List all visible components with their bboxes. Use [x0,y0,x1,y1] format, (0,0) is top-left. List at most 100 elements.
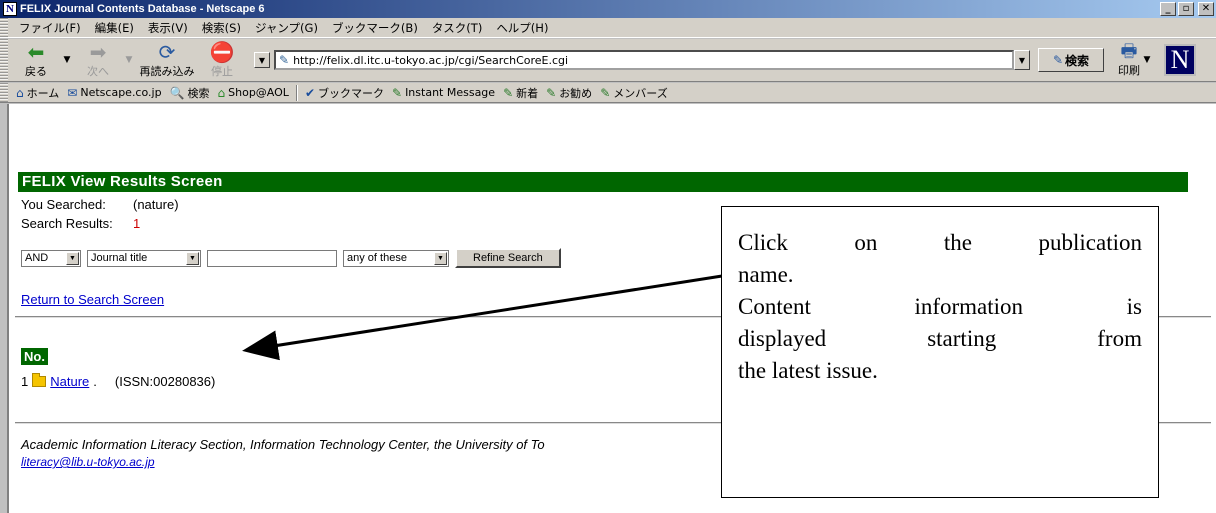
print-button[interactable]: 🖶 印刷 [1118,42,1140,78]
bookmark-members-label: メンバーズ [613,86,668,100]
search-button[interactable]: ✎ 検索 [1038,48,1104,72]
refine-controls: AND ▼ Journal title ▼ any of these ▼ Ref… [21,248,561,268]
field-select[interactable]: Journal title ▼ [87,249,201,267]
callout-line: Content information is [738,294,1142,319]
url-text: http://felix.dl.itc.u-tokyo.ac.jp/cgi/Se… [293,53,569,67]
menu-bar: ファイル(F) 編集(E) 表示(V) 検索(S) ジャンプ(G) ブックマーク… [0,18,1216,38]
folder-icon [32,373,47,387]
title-bar: N FELIX Journal Contents Database - Nets… [0,0,1216,18]
toolbar-grip[interactable] [0,18,8,37]
column-header-no: No. [21,348,48,365]
refine-search-button[interactable]: Refine Search [455,248,561,268]
forward-dropdown-icon[interactable]: ▼ [122,55,136,65]
callout-line: Click on the publication [738,230,1142,255]
back-button[interactable]: ⬅ 戻る [12,40,60,80]
callout-line: displayed starting from [738,326,1142,351]
field-value: Journal title [91,252,148,264]
bookmarks-menu-label: ブックマーク [318,86,384,100]
chevron-down-icon: ▼ [186,251,199,265]
pen-icon: ✎ [600,85,611,100]
toolbar-grip[interactable] [0,39,8,81]
bookmark-new[interactable]: ✎ 新着 [499,85,542,101]
back-label: 戻る [25,65,47,78]
bookmarks-icon: ✔ [304,85,315,100]
url-field[interactable]: ✎ http://felix.dl.itc.u-tokyo.ac.jp/cgi/… [274,50,1014,70]
menu-view[interactable]: 表示(V) [141,20,195,36]
menu-file[interactable]: ファイル(F) [12,20,88,36]
bookmark-home[interactable]: ⌂ ホーム [12,85,63,101]
back-dropdown-icon[interactable]: ▼ [60,55,74,65]
menu-edit[interactable]: 編集(E) [88,20,141,36]
result-issn: (ISSN:00280836) [114,374,216,389]
navigation-toolbar: ⬅ 戻る ▼ ➡ 次へ ▼ ⟳ 再読み込み ⛔ 停止 ▼ ✎ http://fe… [0,39,1216,82]
url-dropdown-icon[interactable]: ▼ [1014,50,1030,70]
page-proxy-icon[interactable]: ✎ [279,53,289,67]
search-label: 検索 [1065,53,1090,68]
minimize-button[interactable]: _ [1160,2,1176,16]
menu-search[interactable]: 検索(S) [195,20,248,36]
menu-go[interactable]: ジャンプ(G) [248,20,325,36]
back-arrow-icon: ⬅ [27,40,45,64]
callout-line: name. [738,262,794,287]
result-row: 1 Nature. (ISSN:00280836) [21,373,216,389]
return-row: Return to Search Screen [21,292,164,307]
reload-button[interactable]: ⟳ 再読み込み [136,40,198,80]
url-history-dropdown[interactable]: ▼ [254,52,270,68]
bookmark-netscape-label: Netscape.co.jp [80,86,162,99]
bookmarks-menu[interactable]: ✔ ブックマーク [301,85,388,101]
result-period: . [93,374,97,389]
you-searched-value: (nature) [133,197,179,212]
results-count: 1 [133,216,141,231]
operator-value: AND [25,252,49,264]
netscape-throbber-logo[interactable]: N [1164,44,1196,76]
reload-label: 再読み込み [139,65,195,78]
bookmark-netscape[interactable]: ✉ Netscape.co.jp [63,86,165,100]
print-dropdown-icon[interactable]: ▼ [1140,55,1154,65]
stop-label: 停止 [211,65,233,78]
bookmark-new-label: 新着 [516,86,539,100]
bookmark-search-label: 検索 [187,86,210,100]
print-label: 印刷 [1118,64,1140,77]
bookmark-shop-label: Shop@AOL [228,86,289,99]
pen-icon: ✎ [546,85,557,100]
magnifier-icon: 🔍 [169,85,185,100]
mode-select[interactable]: any of these ▼ [343,249,449,267]
bookmark-instant-message[interactable]: ✎ Instant Message [388,86,499,100]
close-button[interactable]: ✕ [1198,2,1214,16]
search-results-row: Search Results: 1 [21,216,140,231]
search-query-row: You Searched: (nature) [21,197,179,212]
footer-email-link[interactable]: literacy@lib.u-tokyo.ac.jp [21,455,155,469]
bookmark-members[interactable]: ✎ メンバーズ [596,85,672,101]
publication-link[interactable]: Nature [50,374,89,389]
personal-toolbar: ⌂ ホーム ✉ Netscape.co.jp 🔍 検索 ⌂ Shop@AOL ✔… [0,83,1216,103]
operator-select[interactable]: AND ▼ [21,249,81,267]
search-results-label: Search Results: [21,216,113,231]
bookmark-search[interactable]: 🔍 検索 [166,85,214,101]
page-title: FELIX View Results Screen [18,172,1188,192]
toolbar-grip[interactable] [0,83,8,102]
result-index: 1 [21,374,29,389]
toolbar-separator [295,84,298,101]
forward-button[interactable]: ➡ 次へ [74,40,122,80]
maximize-button[interactable]: ▫ [1178,2,1194,16]
shop-icon: ⌂ [217,85,226,100]
return-to-search-link[interactable]: Return to Search Screen [21,292,164,307]
pen-icon: ✎ [392,85,403,100]
menu-tasks[interactable]: タスク(T) [425,20,490,36]
bookmark-instant-message-label: Instant Message [405,86,496,99]
instruction-callout: Click on the publication name. Content i… [721,206,1159,498]
footer-credit: Academic Information Literacy Section, I… [21,437,545,452]
chevron-down-icon: ▼ [66,251,79,265]
bookmark-recommended[interactable]: ✎ お勧め [542,85,596,101]
chevron-down-icon: ▼ [434,251,447,265]
menu-bookmarks[interactable]: ブックマーク(B) [325,20,425,36]
forward-arrow-icon: ➡ [89,40,107,64]
bookmark-shop[interactable]: ⌂ Shop@AOL [214,86,293,100]
you-searched-label: You Searched: [21,197,106,212]
refine-search-input[interactable] [207,249,337,267]
stop-button[interactable]: ⛔ 停止 [198,40,246,80]
stop-icon: ⛔ [209,40,235,64]
search-icon: ✎ [1052,53,1064,67]
forward-label: 次へ [87,65,109,78]
menu-help[interactable]: ヘルプ(H) [489,20,555,36]
